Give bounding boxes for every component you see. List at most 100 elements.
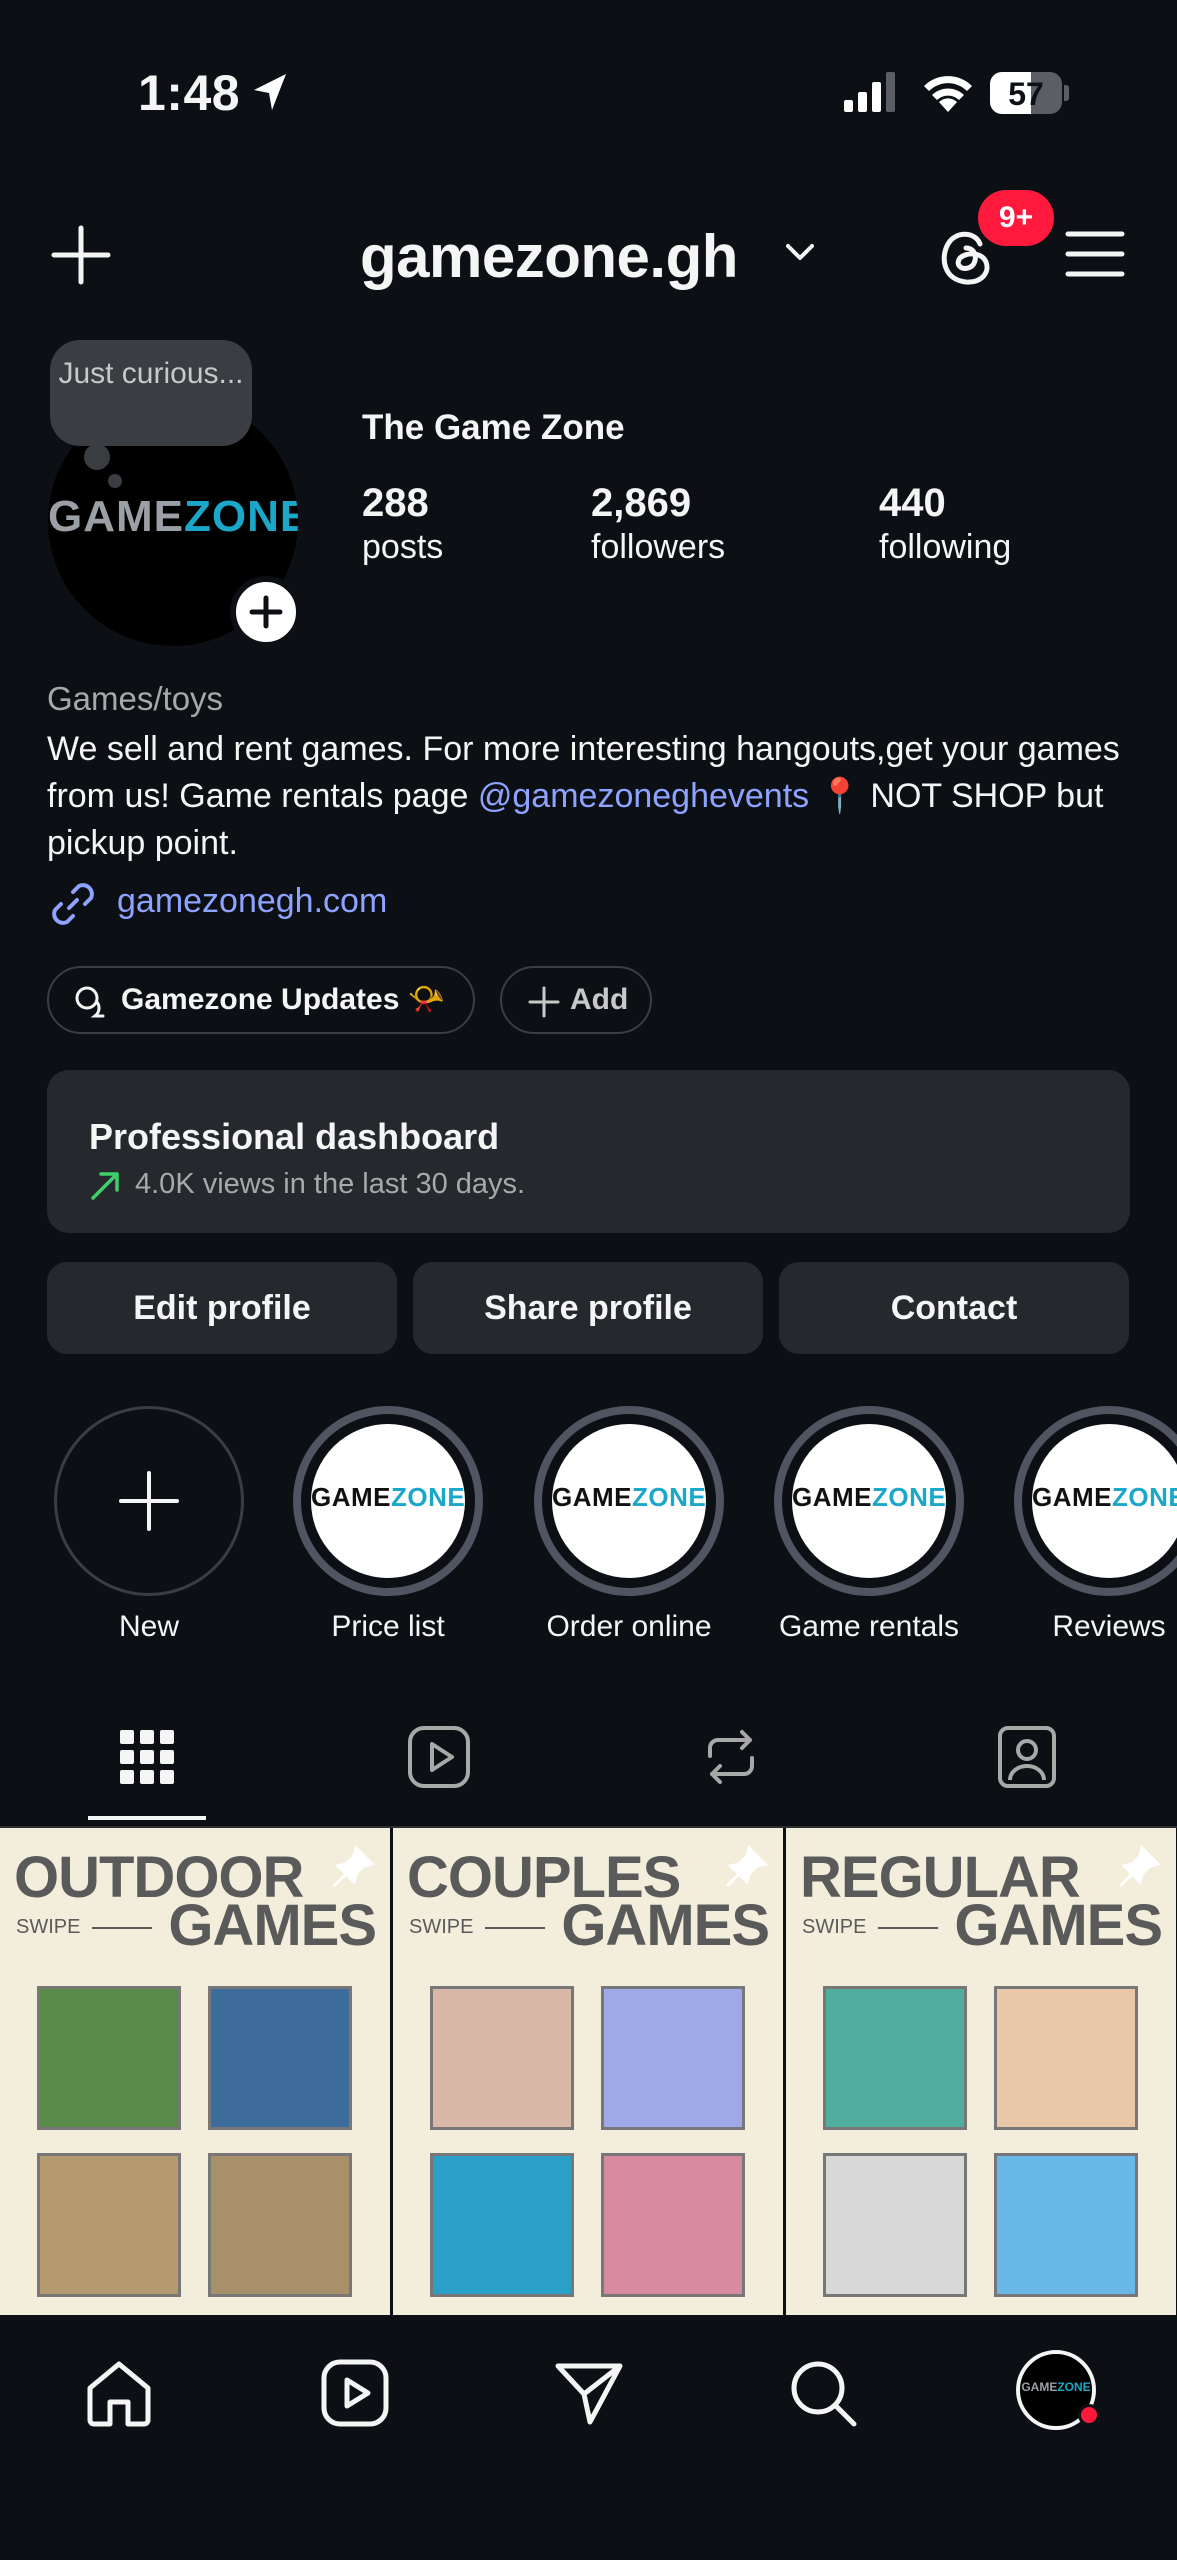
post-photo xyxy=(994,2153,1138,2297)
display-name: The Game Zone xyxy=(362,408,625,447)
post-photo xyxy=(823,2153,967,2297)
new-highlight-circle[interactable] xyxy=(54,1406,244,1596)
account-username[interactable]: gamezone.gh xyxy=(360,222,738,291)
post-photo xyxy=(37,2153,181,2297)
post-title: GAMES xyxy=(954,1893,1163,1958)
grid-post[interactable]: OUTDOOR GAMES SWIPE xyxy=(0,1828,390,2315)
grid-post[interactable]: REGULAR GAMES SWIPE xyxy=(786,1828,1176,2315)
trending-up-icon xyxy=(91,1172,119,1200)
note-bubble-tail xyxy=(84,444,110,470)
battery-icon: 57 xyxy=(990,72,1070,114)
gamezone-logo: GAMEZONE xyxy=(311,1482,465,1512)
stat-label: following xyxy=(879,528,1012,566)
plus-icon xyxy=(119,1471,179,1531)
chip-label: Add xyxy=(570,983,629,1016)
highlight-price-list[interactable]: GAMEZONE Price list xyxy=(293,1406,483,1644)
note-bubble-tail xyxy=(108,474,122,488)
post-photo xyxy=(430,2153,574,2297)
post-photo xyxy=(208,1986,352,2130)
reels-icon[interactable] xyxy=(318,2356,392,2430)
notification-badge[interactable]: 9+ xyxy=(978,190,1054,246)
contact-button[interactable]: Contact xyxy=(779,1262,1129,1354)
highlight-label: Game rentals xyxy=(778,1610,960,1643)
highlight-order-online[interactable]: GAMEZONE Order online xyxy=(534,1406,724,1644)
dashboard-views-text: 4.0K views in the last 30 days. xyxy=(135,1168,526,1200)
create-plus-icon[interactable] xyxy=(50,224,112,286)
tagged-icon[interactable] xyxy=(992,1722,1062,1792)
plus-icon xyxy=(528,986,560,1018)
profile-note-bubble[interactable]: Just curious... xyxy=(50,340,252,446)
bio-mention-link[interactable]: @gamezoneghevents xyxy=(478,777,809,815)
stat-label: followers xyxy=(591,528,726,566)
highlight-reviews[interactable]: GAMEZONE Reviews xyxy=(1014,1406,1177,1644)
post-photo xyxy=(430,1986,574,2130)
pinned-icon xyxy=(1118,1845,1161,1888)
gamezone-logo: GAMEZONE xyxy=(1021,2380,1091,2394)
stat-posts[interactable]: 288 posts xyxy=(362,480,443,568)
post-photo xyxy=(601,2153,745,2297)
swipe-arrow xyxy=(878,1927,938,1929)
highlight-label: Price list xyxy=(331,1610,445,1643)
dashboard-title: Professional dashboard xyxy=(89,1116,500,1157)
stat-value: 288 xyxy=(362,481,429,525)
stat-value: 440 xyxy=(879,481,946,525)
bottom-navigation xyxy=(0,2315,1177,2560)
channel-chat-icon xyxy=(75,986,105,1018)
post-title: GAMES xyxy=(561,1893,770,1958)
chevron-down-icon[interactable] xyxy=(780,238,820,268)
notification-dot xyxy=(1078,2404,1100,2426)
gamezone-logo: GAMEZONE xyxy=(1032,1482,1177,1512)
stat-label: posts xyxy=(362,528,444,566)
post-title: GAMES xyxy=(168,1893,377,1958)
swipe-arrow xyxy=(485,1927,545,1929)
add-chip-button[interactable]: Add xyxy=(500,966,652,1034)
reposts-icon[interactable] xyxy=(696,1722,766,1792)
grid-posts-icon[interactable] xyxy=(112,1722,182,1792)
share-profile-button[interactable]: Share profile xyxy=(413,1262,763,1354)
swipe-label: SWIPE xyxy=(802,1916,867,1938)
status-time: 1:48 xyxy=(138,65,241,121)
stat-value: 2,869 xyxy=(591,481,692,525)
highlight-label: New xyxy=(118,1610,179,1643)
battery-percent: 57 xyxy=(1008,76,1044,112)
wifi-icon xyxy=(924,76,972,112)
highlight-label: Reviews xyxy=(1052,1610,1166,1643)
post-photo xyxy=(823,1986,967,2130)
pinned-icon xyxy=(332,1845,375,1888)
profile-bio: We sell and rent games. For more interes… xyxy=(47,726,1147,867)
highlight-label: Order online xyxy=(546,1610,712,1643)
broadcast-channel-chip[interactable]: Gamezone Updates 📯 xyxy=(47,966,475,1034)
highlight-game-rentals[interactable]: GAMEZONE Game rentals xyxy=(774,1406,964,1644)
status-bar: 1:48 57 xyxy=(0,0,1177,190)
post-photo xyxy=(601,1986,745,2130)
edit-profile-button[interactable]: Edit profile xyxy=(47,1262,397,1354)
stat-following[interactable]: 440 following xyxy=(879,480,1011,568)
direct-messages-icon[interactable] xyxy=(552,2356,626,2430)
swipe-label: SWIPE xyxy=(16,1916,81,1938)
highlight-new[interactable]: New xyxy=(54,1406,244,1644)
swipe-label: SWIPE xyxy=(409,1916,474,1938)
location-arrow-icon xyxy=(254,74,286,110)
post-photo xyxy=(208,2153,352,2297)
stat-followers[interactable]: 2,869 followers xyxy=(591,480,725,568)
chip-label: Gamezone Updates 📯 xyxy=(121,983,446,1016)
search-icon[interactable] xyxy=(786,2356,860,2430)
pinned-icon xyxy=(725,1845,768,1888)
menu-hamburger-icon[interactable] xyxy=(1064,228,1126,280)
cellular-signal-icon xyxy=(844,72,895,112)
gamezone-logo: GAMEZONE xyxy=(792,1482,946,1512)
post-photo xyxy=(994,1986,1138,2130)
grid-post[interactable]: COUPLES GAMES SWIPE xyxy=(393,1828,783,2315)
home-icon[interactable] xyxy=(82,2356,156,2430)
website-url[interactable]: gamezonegh.com xyxy=(117,882,387,921)
add-story-plus-icon[interactable] xyxy=(230,576,302,648)
active-tab-indicator xyxy=(88,1816,206,1820)
post-photo xyxy=(37,1986,181,2130)
gamezone-logo: GAMEZONE xyxy=(48,492,298,541)
link-icon xyxy=(52,883,94,925)
profile-category: Games/toys xyxy=(47,680,224,717)
reels-icon[interactable] xyxy=(404,1722,474,1792)
gamezone-logo: GAMEZONE xyxy=(552,1482,706,1512)
professional-dashboard-card[interactable]: Professional dashboard 4.0K views in the… xyxy=(47,1070,1130,1233)
swipe-arrow xyxy=(92,1927,152,1929)
